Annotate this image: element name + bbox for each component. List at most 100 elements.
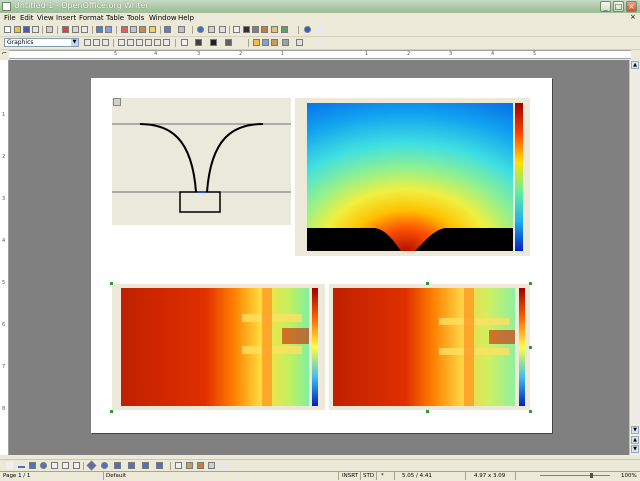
align-top-icon[interactable] (145, 39, 152, 46)
find-replace-icon[interactable] (233, 26, 240, 33)
block-arrows-icon[interactable] (114, 462, 121, 469)
spellcheck-icon[interactable] (96, 26, 103, 33)
geometry-image[interactable] (112, 98, 291, 225)
new-document-icon[interactable] (4, 26, 11, 33)
table-icon[interactable] (208, 26, 215, 33)
callouts-icon[interactable] (142, 462, 149, 469)
frame-properties-icon[interactable] (253, 39, 260, 46)
autospellcheck-icon[interactable] (105, 26, 112, 33)
chevron-down-icon[interactable]: ▼ (71, 39, 78, 46)
app-icon[interactable] (2, 2, 11, 11)
background-color-icon[interactable] (225, 39, 232, 46)
page-preview-icon[interactable] (81, 26, 88, 33)
page-style[interactable]: Default (106, 473, 126, 479)
points-icon[interactable] (175, 462, 182, 469)
selection-handle[interactable] (426, 282, 429, 285)
export-pdf-icon[interactable] (62, 26, 69, 33)
close-button[interactable]: × (626, 1, 637, 12)
save-icon[interactable] (23, 26, 30, 33)
vertical-ruler[interactable]: 1 2 3 4 5 6 7 8 (0, 60, 9, 455)
show-draw-functions-icon[interactable] (219, 26, 226, 33)
selection-handle[interactable] (426, 410, 429, 413)
format-paintbrush-icon[interactable] (149, 26, 156, 33)
freeform-icon[interactable] (51, 462, 58, 469)
maximize-button[interactable]: □ (613, 1, 624, 12)
print-icon[interactable] (72, 26, 79, 33)
menu-window[interactable]: Window (149, 14, 177, 22)
menu-view[interactable]: View (37, 14, 54, 22)
horizontal-ruler[interactable]: 5 4 3 2 1 1 2 3 4 5 (9, 50, 631, 59)
menu-insert[interactable]: Insert (56, 14, 76, 22)
undo-icon[interactable] (164, 26, 171, 33)
menu-edit[interactable]: Edit (20, 14, 34, 22)
send-to-back-icon[interactable] (282, 39, 289, 46)
border-color-icon[interactable] (210, 39, 217, 46)
copy-icon[interactable] (130, 26, 137, 33)
previous-page-icon[interactable]: ▲ (631, 436, 639, 444)
help-icon[interactable] (304, 26, 311, 33)
selection-handle[interactable] (529, 346, 532, 349)
heatmap-left-image[interactable] (112, 284, 325, 410)
fontwork-icon[interactable] (186, 462, 193, 469)
paragraph-style-select[interactable]: Graphics ▼ (4, 38, 79, 47)
zoom-icon[interactable] (281, 26, 288, 33)
vertical-scrollbar[interactable]: ▲ ▼ ▲ ▼ (629, 60, 640, 455)
toolbar-options-icon[interactable] (220, 462, 227, 469)
borders-icon[interactable] (181, 39, 188, 46)
symbol-shapes-icon[interactable] (101, 462, 108, 469)
redo-icon[interactable] (178, 26, 185, 33)
text-icon[interactable] (62, 462, 69, 469)
flowcharts-icon[interactable] (128, 462, 135, 469)
document-page[interactable] (91, 78, 552, 433)
selection-handle[interactable] (529, 282, 532, 285)
minimize-button[interactable]: _ (600, 1, 611, 12)
selection-handle[interactable] (529, 410, 532, 413)
data-sources-icon[interactable] (261, 26, 268, 33)
line-icon[interactable] (18, 466, 25, 468)
zoom-level[interactable]: 100% (621, 473, 637, 479)
align-middle-icon[interactable] (154, 39, 161, 46)
rectangle-icon[interactable] (29, 462, 36, 469)
page-wrap-icon[interactable] (93, 39, 100, 46)
align-center-icon[interactable] (127, 39, 134, 46)
arrange-icon[interactable] (296, 39, 303, 46)
image-menu-icon[interactable] (113, 98, 121, 106)
paste-icon[interactable] (139, 26, 146, 33)
insert-mode[interactable]: INSRT (342, 473, 358, 479)
edit-file-icon[interactable] (46, 26, 53, 33)
extrusion-icon[interactable] (208, 462, 215, 469)
select-icon[interactable] (6, 462, 13, 469)
line-style-icon[interactable] (195, 39, 202, 46)
selection-handle[interactable] (110, 410, 113, 413)
scroll-down-icon[interactable]: ▼ (631, 426, 639, 434)
wrap-off-icon[interactable] (84, 39, 91, 46)
close-document-icon[interactable]: × (630, 14, 637, 21)
tab-stop-icon[interactable]: ⌐ (0, 50, 9, 59)
callout-icon[interactable] (73, 462, 80, 469)
open-icon[interactable] (14, 26, 21, 33)
gallery-icon[interactable] (252, 26, 259, 33)
menu-table[interactable]: Table (106, 14, 124, 22)
bring-to-front-icon[interactable] (271, 39, 278, 46)
field-plot-image[interactable] (295, 98, 530, 256)
selection-handle[interactable] (110, 282, 113, 285)
menu-help[interactable]: Help (178, 14, 194, 22)
menu-format[interactable]: Format (79, 14, 104, 22)
heatmap-right-image[interactable] (329, 284, 530, 410)
zoom-slider-handle[interactable] (590, 473, 593, 478)
ellipse-icon[interactable] (40, 462, 47, 469)
align-bottom-icon[interactable] (163, 39, 170, 46)
align-right-icon[interactable] (136, 39, 143, 46)
cut-icon[interactable] (121, 26, 128, 33)
toolbar-options-icon[interactable] (316, 39, 323, 46)
optimal-wrap-icon[interactable] (102, 39, 109, 46)
menu-tools[interactable]: Tools (127, 14, 144, 22)
stars-icon[interactable] (156, 462, 163, 469)
scroll-up-icon[interactable]: ▲ (631, 61, 639, 69)
anchor-icon[interactable] (262, 39, 269, 46)
basic-shapes-icon[interactable] (86, 460, 97, 471)
selection-mode[interactable]: STD (363, 473, 374, 479)
menu-file[interactable]: File (4, 14, 16, 22)
toolbar-options-icon[interactable] (316, 26, 323, 33)
navigator-icon[interactable] (243, 26, 250, 33)
